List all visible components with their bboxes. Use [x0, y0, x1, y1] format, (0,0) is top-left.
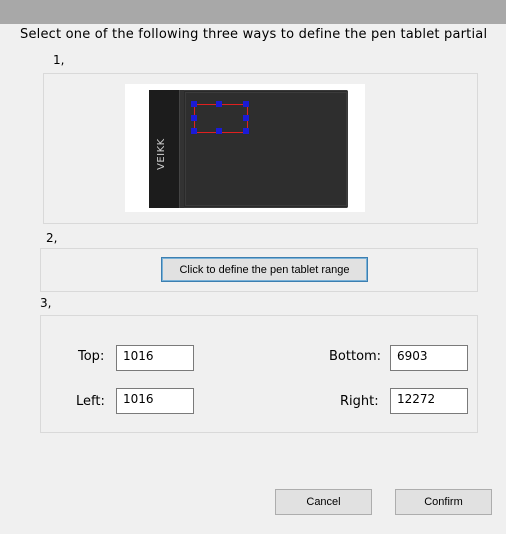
left-label: Left: [76, 394, 105, 409]
right-label: Right: [340, 394, 379, 409]
section-3-number: 3, [40, 296, 52, 310]
left-input[interactable]: 1016 [116, 388, 194, 414]
resize-handle-top-right[interactable] [243, 101, 249, 107]
title-bar[interactable] [0, 0, 506, 24]
tablet-strip-divider [180, 90, 184, 208]
resize-handle-bottom[interactable] [216, 128, 222, 134]
bottom-input[interactable]: 6903 [390, 345, 468, 371]
define-range-button[interactable]: Click to define the pen tablet range [161, 257, 368, 282]
instruction-text: Select one of the following three ways t… [20, 27, 488, 42]
section-3-group [40, 315, 478, 433]
resize-handle-left[interactable] [191, 115, 197, 121]
resize-handle-top-left[interactable] [191, 101, 197, 107]
resize-handle-right[interactable] [243, 115, 249, 121]
right-input[interactable]: 12272 [390, 388, 468, 414]
confirm-button[interactable]: Confirm [395, 489, 492, 515]
cancel-button[interactable]: Cancel [275, 489, 372, 515]
section-2-number: 2, [46, 231, 58, 245]
top-input[interactable]: 1016 [116, 345, 194, 371]
resize-handle-bottom-right[interactable] [243, 128, 249, 134]
resize-handle-top[interactable] [216, 101, 222, 107]
bottom-label: Bottom: [329, 349, 382, 364]
section-1-number: 1, [53, 53, 65, 67]
tablet-image: VEIKK [149, 90, 348, 208]
resize-handle-bottom-left[interactable] [191, 128, 197, 134]
tablet-brand-label: VEIKK [156, 138, 167, 170]
top-label: Top: [78, 349, 105, 364]
